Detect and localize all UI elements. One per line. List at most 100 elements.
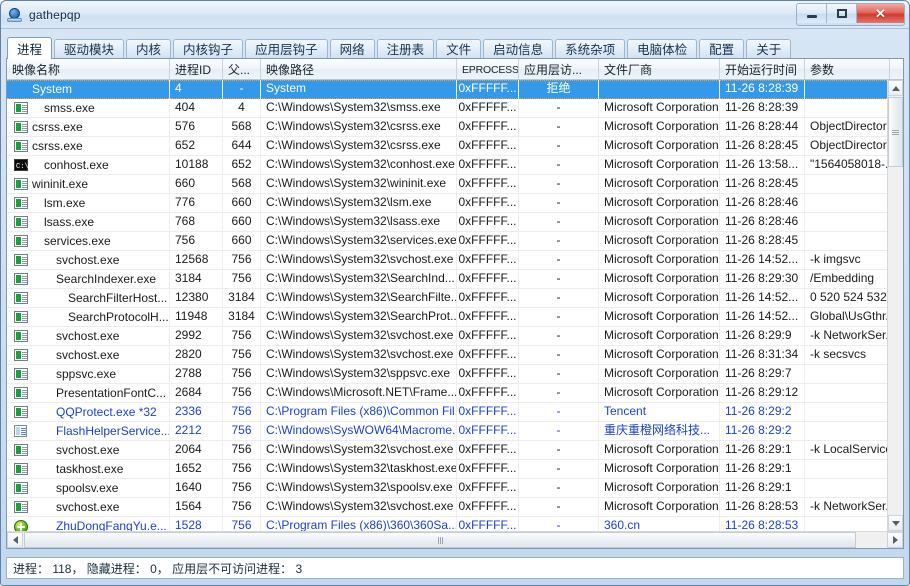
tab-9[interactable]: 系统杂项 [555,39,625,58]
app-window-icon [14,501,28,514]
cell-vendor: Microsoft Corporation [599,498,720,517]
process-name-label: svchost.exe [56,442,119,459]
column-header-name[interactable]: 映像名称 [7,59,170,79]
table-row[interactable]: csrss.exe652644C:\Windows\System32\csrss… [7,137,903,156]
cell-pid: 660 [170,175,223,194]
cell-ppid: 3184 [223,308,261,327]
cell-pid: 2212 [170,422,223,441]
cell-vendor: Microsoft Corporation [599,479,720,498]
table-row[interactable]: svchost.exe2992756C:\Windows\System32\sv… [7,327,903,346]
tab-3[interactable]: 内核钩子 [173,39,243,58]
table-row[interactable]: spoolsv.exe1640756C:\Windows\System32\sp… [7,479,903,498]
chevron-right-icon [893,536,898,544]
chevron-up-icon [892,86,900,91]
column-header-pid[interactable]: 进程ID [170,59,223,79]
table-row[interactable]: ZhuDongFangYu.e...1528756C:\Program File… [7,517,903,531]
table-row[interactable]: System4-System0xFFFFF...拒绝11-26 8:28:39 [7,80,903,99]
table-row[interactable]: csrss.exe576568C:\Windows\System32\csrss… [7,118,903,137]
tab-8[interactable]: 启动信息 [483,39,553,58]
table-row[interactable]: sppsvc.exe2788756C:\Windows\System32\spp… [7,365,903,384]
table-row[interactable]: conhost.exe10188652C:\Windows\System32\c… [7,156,903,175]
cell-pid: 2336 [170,403,223,422]
cell-access: - [519,175,599,194]
horizontal-scrollbar[interactable] [7,531,903,548]
column-header-start[interactable]: 开始运行时间 [720,59,805,79]
process-name-label: sppsvc.exe [56,366,116,383]
table-row[interactable]: SearchProtocolH...119483184C:\Windows\Sy… [7,308,903,327]
tab-6[interactable]: 注册表 [377,39,435,58]
column-header-access[interactable]: 应用层访... [519,59,599,79]
vertical-scroll-thumb[interactable] [888,97,903,167]
cell-vendor: Microsoft Corporation [599,99,720,118]
app-window-icon [14,349,28,362]
cell-ppid: 660 [223,194,261,213]
tab-1[interactable]: 驱动模块 [54,39,124,58]
cell-args: -k NetworkSer.. [805,498,890,517]
cell-pid: 576 [170,118,223,137]
table-row[interactable]: lsm.exe776660C:\Windows\System32\lsm.exe… [7,194,903,213]
tab-0[interactable]: 进程 [7,37,52,59]
process-name-label: csrss.exe [32,138,83,155]
tab-2[interactable]: 内核 [126,39,171,58]
app-window-icon [14,121,28,134]
cell-image-name: svchost.exe [7,346,170,365]
table-row[interactable]: taskhost.exe1652756C:\Windows\System32\t… [7,460,903,479]
scroll-right-button[interactable] [887,532,903,548]
cell-image-name: ZhuDongFangYu.e... [7,517,170,532]
horizontal-scroll-thumb[interactable] [24,532,856,548]
tab-5[interactable]: 网络 [330,39,375,58]
table-row[interactable]: SearchFilterHost...123803184C:\Windows\S… [7,289,903,308]
cell-vendor: Microsoft Corporation [599,232,720,251]
cell-start: 11-26 8:29:2 [720,403,805,422]
cell-access: - [519,498,599,517]
scroll-left-button[interactable] [7,532,23,548]
scroll-down-button[interactable] [888,515,903,531]
cell-eproc: 0xFFFFF... [457,270,519,289]
minimize-button[interactable] [797,4,827,23]
column-header-ppid[interactable]: 父... [223,59,261,79]
cell-path: C:\Windows\System32\lsm.exe [261,194,457,213]
icon-glyph [14,406,28,418]
cell-start: 11-26 8:28:45 [720,175,805,194]
table-row[interactable]: FlashHelperService...2212756C:\Windows\S… [7,422,903,441]
cell-image-name: sppsvc.exe [7,365,170,384]
table-row[interactable]: QQProtect.exe *322336756C:\Program Files… [7,403,903,422]
column-header-eproc[interactable]: EPROCESS [457,59,519,79]
cell-args: -k LocalService. [805,441,890,460]
column-header-vendor[interactable]: 文件厂商 [599,59,720,79]
vertical-scrollbar[interactable] [887,80,903,531]
scroll-up-button[interactable] [888,80,903,96]
tab-7[interactable]: 文件 [436,39,481,58]
table-row[interactable]: svchost.exe12568756C:\Windows\System32\s… [7,251,903,270]
tab-4[interactable]: 应用层钩子 [245,39,328,58]
status-bar: 进程： 118， 隐藏进程： 0， 应用层不可访问进程： 3 [6,557,904,579]
tab-10[interactable]: 电脑体检 [627,39,697,58]
close-button[interactable]: ✕ [857,4,904,23]
icon-glyph [14,254,28,266]
table-row[interactable]: wininit.exe660568C:\Windows\System32\win… [7,175,903,194]
cell-path: C:\Windows\System32\csrss.exe [261,118,457,137]
table-row[interactable]: services.exe756660C:\Windows\System32\se… [7,232,903,251]
column-header-path[interactable]: 映像路径 [261,59,457,79]
tab-11[interactable]: 配置 [699,39,744,58]
table-row[interactable]: svchost.exe1564756C:\Windows\System32\sv… [7,498,903,517]
app-window-icon [14,368,28,381]
cell-vendor: Microsoft Corporation [599,213,720,232]
cell-args: Global\UsGthr... [805,308,890,327]
cell-ppid: 660 [223,213,261,232]
cell-eproc: 0xFFFFF... [457,99,519,118]
column-header-args[interactable]: 参数 [805,59,890,79]
table-row[interactable]: smss.exe4044C:\Windows\System32\smss.exe… [7,99,903,118]
maximize-button[interactable] [827,4,857,23]
table-row[interactable]: svchost.exe2064756C:\Windows\System32\sv… [7,441,903,460]
tab-12[interactable]: 关于 [746,39,791,58]
table-row[interactable]: svchost.exe2820756C:\Windows\System32\sv… [7,346,903,365]
table-row[interactable]: SearchIndexer.exe3184756C:\Windows\Syste… [7,270,903,289]
table-row[interactable]: PresentationFontC...2684756C:\Windows\Mi… [7,384,903,403]
cell-pid: 776 [170,194,223,213]
cell-start: 11-26 8:28:46 [720,213,805,232]
icon-glyph [14,235,28,247]
cell-vendor: Microsoft Corporation [599,289,720,308]
cell-pid: 756 [170,232,223,251]
table-row[interactable]: lsass.exe768660C:\Windows\System32\lsass… [7,213,903,232]
